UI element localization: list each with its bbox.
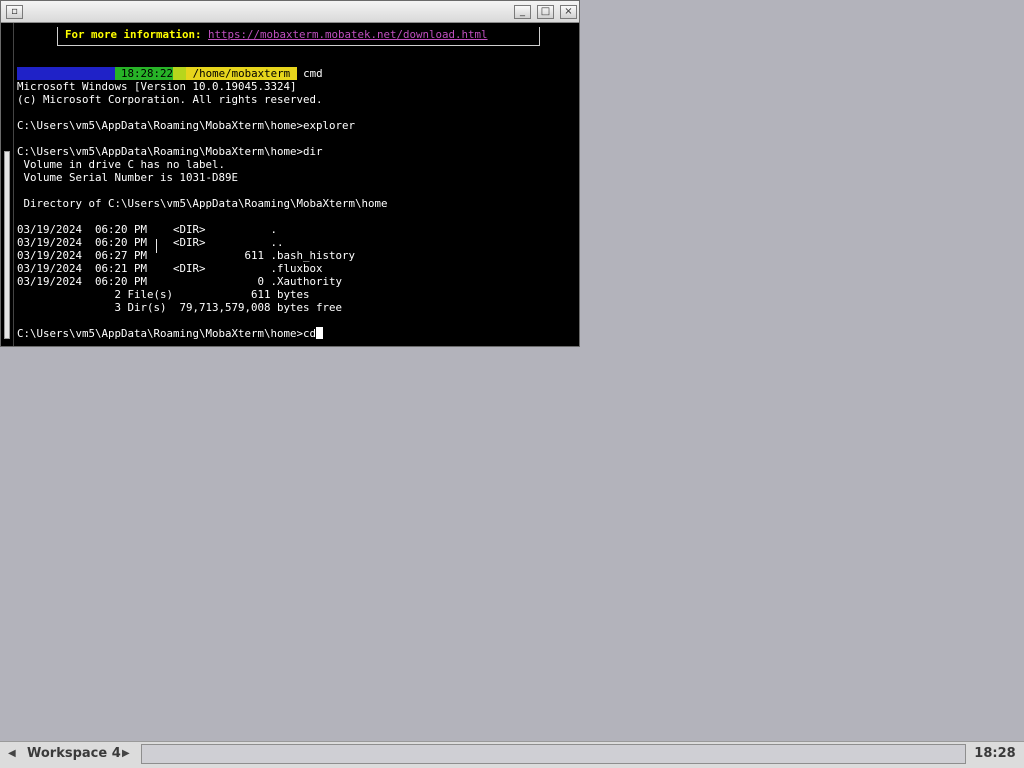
info-banner: For more information: https://mobaxterm.… — [65, 28, 488, 41]
prompt-time: 18:28:22 — [121, 67, 174, 80]
terminal-line: Directory of C:\Users\vm5\AppData\Roamin… — [17, 197, 388, 210]
terminal-line: 3 Dir(s) 79,713,579,008 bytes free — [17, 301, 343, 314]
terminal-line: C:\Users\vm5\AppData\Roaming\MobaXterm\h… — [17, 145, 323, 158]
terminal-line: 03/19/2024 06:20 PM 0 .Xauthority — [17, 275, 343, 288]
scrollbar-thumb[interactable] — [4, 151, 10, 339]
terminal-line: 03/19/2024 06:20 PM <DIR> .. — [17, 236, 284, 249]
terminal-output[interactable]: For more information: https://mobaxterm.… — [17, 23, 577, 346]
close-button[interactable]: × — [560, 5, 577, 19]
terminal-line: Volume Serial Number is 1031-D89E — [17, 171, 239, 184]
terminal-line: 03/19/2024 06:20 PM <DIR> . — [17, 223, 278, 236]
workspace-next-icon[interactable]: ▶ — [122, 748, 130, 759]
minimize-button[interactable]: _ — [514, 5, 531, 19]
workspace-prev-icon[interactable]: ◀ — [8, 748, 16, 759]
download-link[interactable]: https://mobaxterm.mobatek.net/download.h… — [208, 28, 488, 41]
prompt-command: cmd — [296, 67, 323, 80]
terminal-line: 03/19/2024 06:21 PM <DIR> .fluxbox — [17, 262, 323, 275]
window-titlebar[interactable]: ▫ _ □ × — [1, 1, 579, 23]
terminal-line: 03/19/2024 06:27 PM 611 .bash_history — [17, 249, 356, 262]
terminal-window[interactable]: ▫ _ □ × For more information: https://mo… — [0, 0, 580, 347]
ibeam-cursor-icon — [156, 239, 158, 253]
prompt-segment-user — [17, 67, 115, 80]
maximize-button[interactable]: □ — [537, 5, 554, 19]
task-list[interactable] — [141, 744, 966, 764]
prompt-path: /home/mobaxterm — [186, 67, 297, 80]
prompt-input-text[interactable]: C:\Users\vm5\AppData\Roaming\MobaXterm\h… — [17, 327, 316, 340]
terminal-line: (c) Microsoft Corporation. All rights re… — [17, 93, 323, 106]
prompt-segment-folder-icon — [173, 67, 187, 80]
text-cursor — [316, 327, 324, 339]
terminal-line: 2 File(s) 611 bytes — [17, 288, 310, 301]
terminal-line: Microsoft Windows [Version 10.0.19045.33… — [17, 80, 297, 93]
terminal-line: Volume in drive C has no label. — [17, 158, 226, 171]
window-menu-button[interactable]: ▫ — [6, 5, 23, 19]
terminal-scrollbar[interactable] — [1, 23, 14, 346]
current-prompt[interactable]: C:\Users\vm5\AppData\Roaming\MobaXterm\h… — [17, 327, 324, 340]
clock: 18:28 — [974, 746, 1016, 761]
workspace-label[interactable]: Workspace 4 — [27, 746, 121, 761]
prompt-status-bar: 18:28:22 /home/mobaxterm cmd — [17, 67, 323, 80]
taskbar: ◀ Workspace 4 ▶ 18:28 — [0, 741, 1024, 768]
terminal-line: C:\Users\vm5\AppData\Roaming\MobaXterm\h… — [17, 119, 356, 132]
info-label: For more information: — [65, 28, 209, 41]
